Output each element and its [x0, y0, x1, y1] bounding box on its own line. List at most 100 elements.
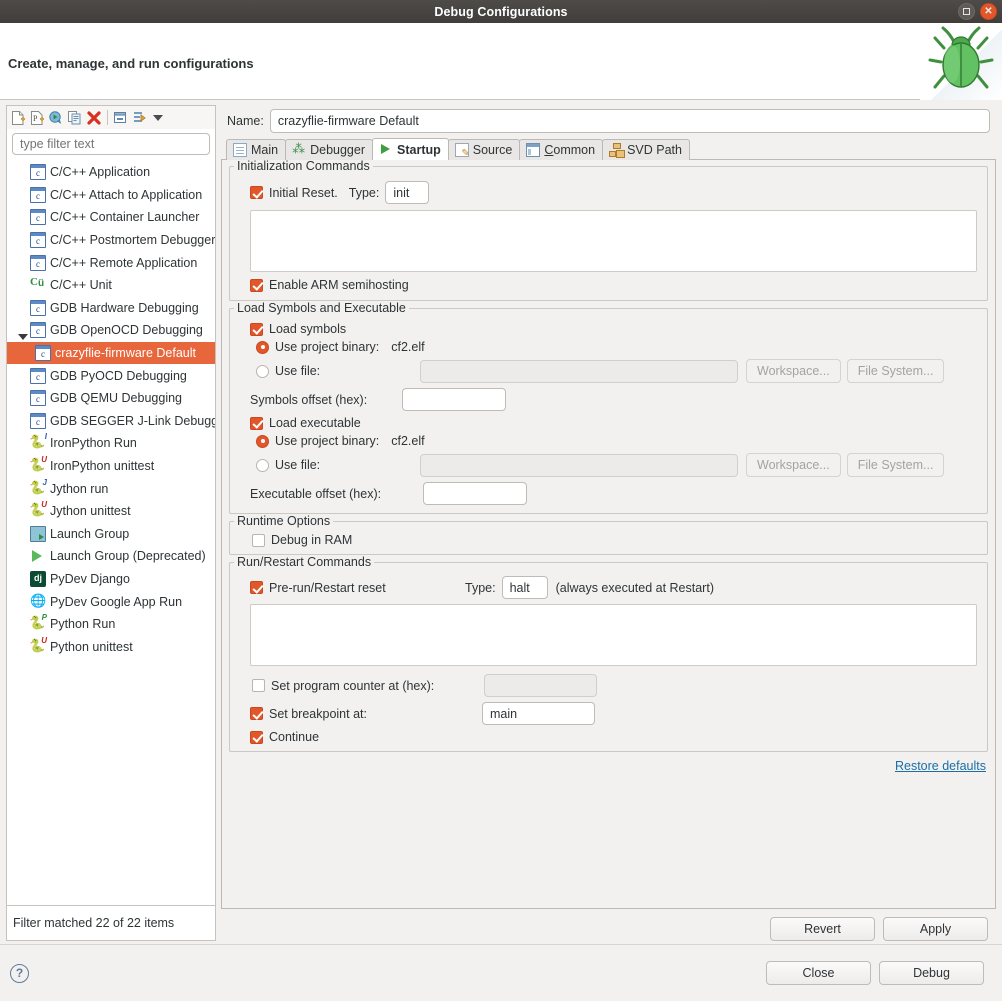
export-configuration-icon[interactable]	[48, 110, 64, 126]
tree-item-gdb-openocd-debugging[interactable]: GDB OpenOCD Debugging	[7, 319, 215, 342]
executable-offset-input[interactable]	[423, 482, 527, 505]
tab-common[interactable]: Common	[519, 139, 603, 160]
prerun-type-input[interactable]	[502, 576, 548, 599]
tree-item-label: PyDev Google App Run	[50, 595, 182, 609]
new-configuration-icon[interactable]	[10, 110, 26, 126]
delete-configuration-icon[interactable]	[86, 110, 102, 126]
revert-button[interactable]: Revert	[770, 917, 875, 941]
tree-item-pydev-django[interactable]: PyDev Django	[7, 568, 215, 591]
tree-item-crazyflie-firmware-default[interactable]: crazyflie-firmware Default	[7, 342, 215, 365]
executable-use-file-radio[interactable]	[256, 459, 269, 472]
initial-reset-checkbox[interactable]	[250, 186, 263, 199]
dialog-header: Create, manage, and run configurations	[0, 23, 1002, 100]
debug-in-ram-checkbox[interactable]	[252, 534, 265, 547]
python-run-icon: I	[30, 435, 46, 451]
symbols-offset-input[interactable]	[402, 388, 506, 411]
configuration-name-input[interactable]	[270, 109, 990, 133]
tree-item-c-attach[interactable]: C/C++ Attach to Application	[7, 184, 215, 207]
debug-in-ram-label: Debug in RAM	[271, 533, 352, 547]
help-icon[interactable]: ?	[10, 964, 29, 983]
tree-item-gdb-qemu-debugging[interactable]: GDB QEMU Debugging	[7, 387, 215, 410]
view-menu-caret-icon[interactable]	[153, 115, 163, 121]
configurations-tree[interactable]: C/C++ Application C/C++ Attach to Applic…	[6, 159, 216, 905]
load-executable-checkbox[interactable]	[250, 417, 263, 430]
tree-item-pydev-google-app-run[interactable]: PyDev Google App Run	[7, 590, 215, 613]
tree-item-label: IronPython unittest	[50, 459, 154, 473]
launch-group-icon	[30, 526, 46, 542]
prerun-restart-reset-checkbox[interactable]	[250, 581, 263, 594]
symbols-workspace-button[interactable]: Workspace...	[746, 359, 841, 383]
initial-reset-label: Initial Reset.	[269, 186, 338, 200]
symbols-use-file-radio[interactable]	[256, 365, 269, 378]
symbols-project-binary-value: cf2.elf	[391, 340, 424, 354]
executable-use-file-input[interactable]	[420, 454, 738, 477]
tree-item-label: Jython unittest	[50, 504, 131, 518]
maximize-icon[interactable]	[958, 3, 975, 20]
google-app-engine-icon	[30, 594, 46, 610]
tree-item-jython-run[interactable]: J Jython run	[7, 477, 215, 500]
tab-bar: Main Debugger Startup Source Common	[221, 138, 996, 160]
tree-item-c-application[interactable]: C/C++ Application	[7, 161, 215, 184]
tree-item-launch-group-deprecated[interactable]: Launch Group (Deprecated)	[7, 545, 215, 568]
apply-button[interactable]: Apply	[883, 917, 988, 941]
executable-filesystem-button[interactable]: File System...	[847, 453, 945, 477]
enable-arm-semihosting-checkbox[interactable]	[250, 279, 263, 292]
tab-svd-path[interactable]: SVD Path	[602, 139, 690, 160]
python-run-icon: P	[30, 616, 46, 632]
symbols-use-project-binary-radio[interactable]	[256, 341, 269, 354]
close-icon[interactable]: ✕	[980, 3, 997, 20]
new-prototype-icon[interactable]: P	[29, 110, 45, 126]
duplicate-configuration-icon[interactable]	[67, 110, 83, 126]
run-restart-commands-textarea[interactable]	[250, 604, 977, 666]
executable-workspace-button[interactable]: Workspace...	[746, 453, 841, 477]
load-symbols-checkbox[interactable]	[250, 323, 263, 336]
tree-item-label: crazyflie-firmware Default	[55, 346, 196, 360]
tree-item-ironpython-run[interactable]: I IronPython Run	[7, 432, 215, 455]
tree-item-gdb-segger-jlink-debugging[interactable]: GDB SEGGER J-Link Debugging	[7, 410, 215, 433]
tree-item-launch-group[interactable]: Launch Group	[7, 523, 215, 546]
continue-checkbox[interactable]	[250, 731, 263, 744]
filter-configurations-icon[interactable]	[132, 110, 148, 126]
tree-item-c-remote-application[interactable]: C/C++ Remote Application	[7, 251, 215, 274]
executable-offset-label: Executable offset (hex):	[250, 487, 423, 501]
close-button[interactable]: Close	[766, 961, 871, 985]
tree-item-gdb-pyocd-debugging[interactable]: GDB PyOCD Debugging	[7, 364, 215, 387]
svd-path-tab-icon	[609, 143, 623, 157]
tab-source[interactable]: Source	[448, 139, 521, 160]
tree-item-python-unittest[interactable]: U Python unittest	[7, 635, 215, 658]
tree-item-gdb-hardware-debugging[interactable]: GDB Hardware Debugging	[7, 297, 215, 320]
tree-item-label: C/C++ Postmortem Debugger	[50, 233, 215, 247]
tree-item-c-container-launcher[interactable]: C/C++ Container Launcher	[7, 206, 215, 229]
symbols-filesystem-button[interactable]: File System...	[847, 359, 945, 383]
tree-item-label: C/C++ Container Launcher	[50, 210, 199, 224]
tree-item-label: Launch Group (Deprecated)	[50, 549, 206, 563]
tab-startup[interactable]: Startup	[372, 138, 449, 160]
bug-icon	[920, 23, 1002, 100]
tree-item-ironpython-unittest[interactable]: U IronPython unittest	[7, 455, 215, 478]
tab-debugger[interactable]: Debugger	[285, 139, 373, 160]
tree-toolbar: P	[6, 105, 216, 129]
search-input[interactable]	[12, 133, 210, 155]
initialization-commands-textarea[interactable]	[250, 210, 977, 272]
initial-reset-type-input[interactable]	[385, 181, 429, 204]
restore-defaults-link[interactable]: Restore defaults	[895, 759, 986, 773]
set-breakpoint-checkbox[interactable]	[250, 707, 263, 720]
tree-item-c-unit[interactable]: C/C++ Unit	[7, 274, 215, 297]
debug-button[interactable]: Debug	[879, 961, 984, 985]
c-launch-icon	[30, 209, 46, 225]
tab-main[interactable]: Main	[226, 139, 286, 160]
symbols-use-file-input[interactable]	[420, 360, 738, 383]
load-executable-label: Load executable	[269, 416, 361, 430]
set-breakpoint-input[interactable]	[482, 702, 595, 725]
set-program-counter-checkbox[interactable]	[252, 679, 265, 692]
set-program-counter-label: Set program counter at (hex):	[271, 679, 484, 693]
tree-item-jython-unittest[interactable]: U Jython unittest	[7, 500, 215, 523]
window-title: Debug Configurations	[434, 5, 567, 19]
executable-use-project-binary-radio[interactable]	[256, 435, 269, 448]
executable-use-project-binary-label: Use project binary:	[275, 434, 379, 448]
collapse-all-icon[interactable]	[113, 110, 129, 126]
tree-item-c-postmortem[interactable]: C/C++ Postmortem Debugger	[7, 229, 215, 252]
tree-item-python-run[interactable]: P Python Run	[7, 613, 215, 636]
load-symbols-executable-group: Load Symbols and Executable Load symbols…	[229, 308, 988, 514]
set-program-counter-input[interactable]	[484, 674, 597, 697]
